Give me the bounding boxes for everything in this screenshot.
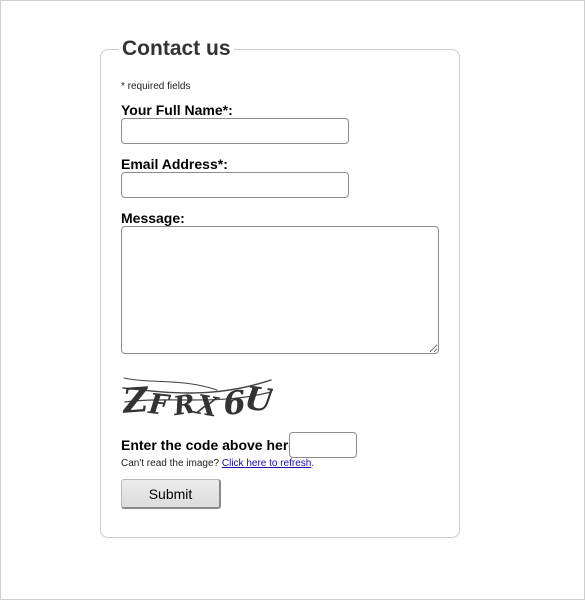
captcha-refresh-suffix: .: [311, 458, 315, 469]
captcha-char-4: X: [192, 389, 221, 420]
required-fields-note: * required fields: [121, 81, 191, 92]
captcha-refresh-prefix: Can't read the image?: [121, 458, 220, 469]
message-textarea[interactable]: [121, 226, 439, 354]
full-name-input[interactable]: [121, 118, 349, 144]
captcha-label: Enter the code above here:: [121, 437, 301, 453]
captcha-char-3: R: [171, 389, 198, 420]
email-input[interactable]: [121, 172, 349, 198]
captcha-refresh-line: Can't read the image? Click here to refr…: [121, 458, 314, 469]
captcha-input[interactable]: [289, 432, 357, 458]
message-label: Message:: [121, 210, 185, 226]
captcha-char-6: U: [242, 379, 273, 420]
captcha-image: Z F R X 6 U: [121, 377, 273, 420]
captcha-char-1: Z: [121, 380, 150, 420]
submit-button[interactable]: Submit: [121, 479, 221, 509]
form-title: Contact us: [122, 37, 231, 60]
email-label: Email Address*:: [121, 156, 228, 172]
full-name-label: Your Full Name*:: [121, 102, 233, 118]
captcha-refresh-link[interactable]: Click here to refresh: [222, 458, 311, 469]
captcha-char-2: F: [146, 387, 172, 420]
